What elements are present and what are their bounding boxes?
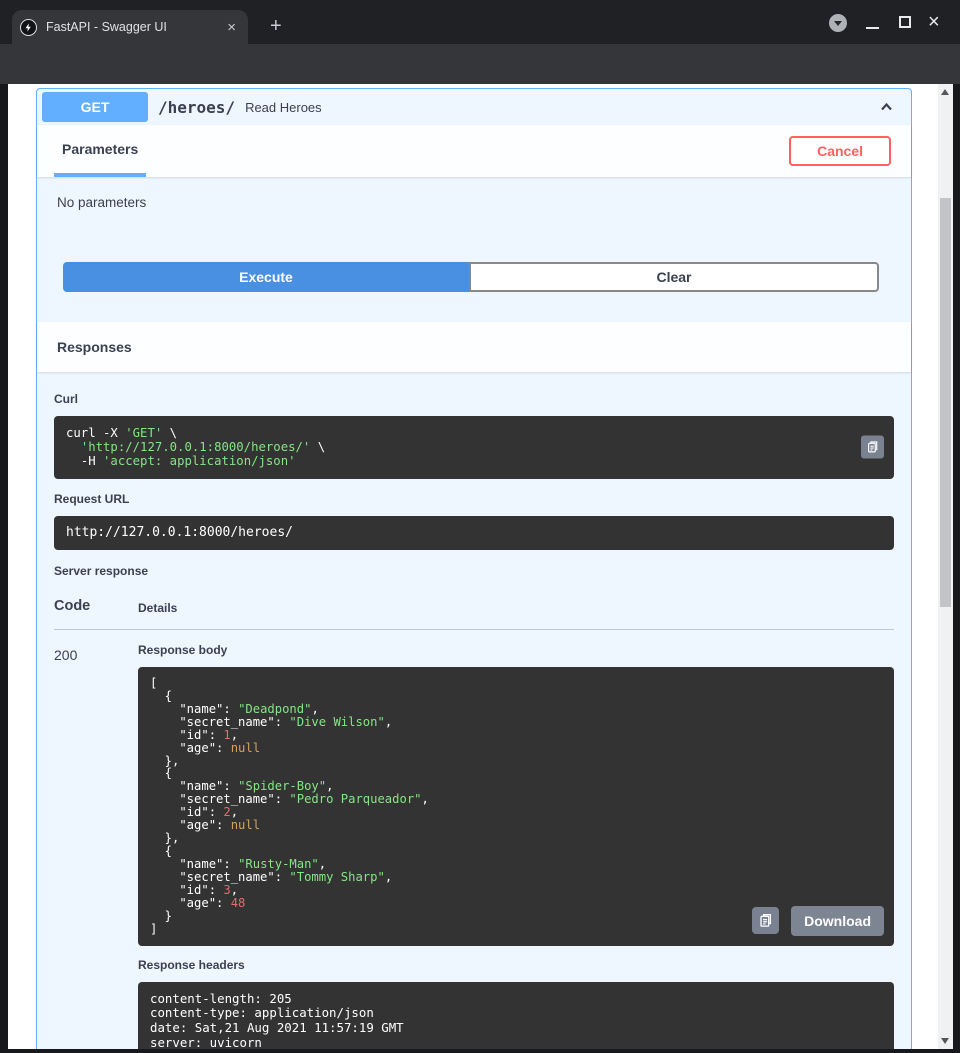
execute-wrapper: Execute Clear — [37, 210, 911, 322]
response-headers-label: Response headers — [138, 958, 894, 972]
copy-response-button[interactable] — [752, 907, 779, 934]
response-table-head: Code Details — [54, 588, 894, 630]
tab-parameters[interactable]: Parameters — [54, 125, 146, 177]
endpoint-path: /heroes/ — [158, 98, 235, 117]
new-tab-button[interactable]: + — [264, 13, 288, 39]
collapse-chevron-icon[interactable] — [879, 100, 894, 114]
minimize-button[interactable] — [866, 27, 879, 29]
curl-label: Curl — [54, 392, 894, 406]
tab-bar: FastAPI - Swagger UI × + × — [0, 0, 960, 44]
browser-tab[interactable]: FastAPI - Swagger UI × — [12, 10, 248, 44]
download-button[interactable]: Download — [791, 906, 884, 936]
responses-body: Curl curl -X 'GET' \ 'http://127.0.0.1:8… — [37, 372, 911, 1049]
copy-curl-button[interactable] — [861, 436, 884, 459]
parameters-header: Parameters Cancel — [37, 125, 911, 177]
tab-close-icon[interactable]: × — [221, 18, 242, 37]
chevron-down-icon — [834, 21, 842, 26]
request-url-label: Request URL — [54, 492, 894, 506]
window-menu-button[interactable] — [829, 14, 847, 32]
code-column-header: Code — [54, 598, 138, 615]
execute-button[interactable]: Execute — [63, 262, 469, 292]
scrollbar-down-arrow[interactable] — [941, 1038, 949, 1044]
browser-toolbar: ← → 127.0.0.1:8000/docs#/default/read_he… — [0, 44, 960, 84]
response-body-code: [ { "name": "Deadpond", "secret_name": "… — [138, 667, 894, 946]
response-headers-code: content-length: 205 content-type: applic… — [138, 982, 894, 1049]
responses-title: Responses — [57, 339, 132, 355]
curl-code: curl -X 'GET' \ 'http://127.0.0.1:8000/h… — [54, 416, 894, 479]
clear-button[interactable]: Clear — [469, 262, 879, 292]
scrollbar-track[interactable] — [938, 84, 953, 1049]
page-content: GET /heroes/ Read Heroes Parameters Canc… — [8, 84, 938, 1049]
tab-title: FastAPI - Swagger UI — [46, 20, 221, 34]
scrollbar-thumb[interactable] — [940, 198, 951, 607]
opblock-get-heroes: GET /heroes/ Read Heroes Parameters Canc… — [36, 88, 912, 1049]
details-column-header: Details — [138, 598, 177, 615]
maximize-button[interactable] — [899, 16, 911, 28]
endpoint-summary: Read Heroes — [245, 100, 322, 115]
response-body-label: Response body — [138, 643, 894, 657]
scrollbar-up-arrow[interactable] — [941, 89, 949, 95]
no-parameters-text: No parameters — [37, 177, 911, 210]
parameters-title: Parameters — [62, 141, 138, 157]
opblock-summary[interactable]: GET /heroes/ Read Heroes — [37, 89, 911, 125]
cancel-button[interactable]: Cancel — [789, 136, 891, 166]
server-response-label: Server response — [54, 564, 894, 578]
status-code: 200 — [54, 643, 138, 1049]
response-row-200: 200 Response body [ { "name": "Deadpond"… — [54, 630, 894, 1049]
http-method-badge: GET — [42, 92, 148, 122]
window-close-button[interactable]: × — [928, 11, 940, 33]
request-url-value: http://127.0.0.1:8000/heroes/ — [54, 516, 894, 550]
fastapi-favicon-icon — [20, 19, 37, 36]
responses-header: Responses — [37, 322, 911, 372]
